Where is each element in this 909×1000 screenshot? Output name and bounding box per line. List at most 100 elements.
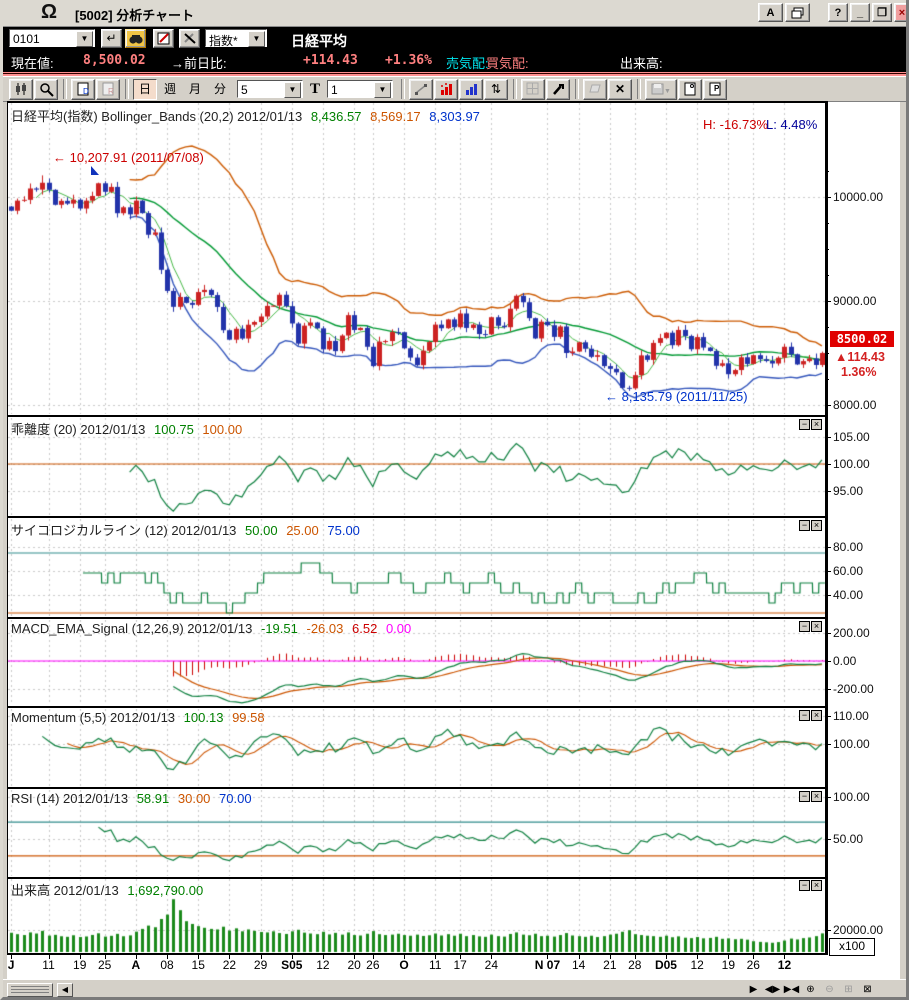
page-icon xyxy=(684,82,697,96)
panel-close-button[interactable]: × xyxy=(811,880,822,891)
enter-button[interactable]: ↵ xyxy=(101,29,122,48)
symbol-code-input[interactable]: 0101▼ xyxy=(9,29,95,47)
scroll-right-icon[interactable]: ▶ xyxy=(745,982,762,998)
x-tick-mark xyxy=(435,955,436,959)
search-button[interactable] xyxy=(125,29,146,48)
axis-tick xyxy=(825,716,831,717)
chevron-down-icon[interactable]: ▼ xyxy=(248,31,265,47)
width-select[interactable]: 1▼ xyxy=(327,80,393,98)
zoom-in-icon[interactable]: ⊕ xyxy=(802,982,819,998)
grid-icon xyxy=(526,82,540,96)
font-size-button[interactable]: A xyxy=(758,3,783,22)
panel-minimize-button[interactable]: − xyxy=(799,880,810,891)
svg-text:D: D xyxy=(83,87,89,96)
maximize-button[interactable]: ❒ xyxy=(872,3,892,22)
change-value: +114.43 xyxy=(303,53,358,68)
grid-layout-button[interactable] xyxy=(521,79,545,100)
close-window-icon[interactable]: ⊠ xyxy=(859,982,876,998)
chevron-down-icon[interactable]: ▼ xyxy=(374,82,391,98)
axis-minor-tick xyxy=(825,249,829,250)
bottom-scroll-bar: ◀ ▶◀▶▶◀⊕⊖⊞⊠ xyxy=(3,979,906,1000)
axis-label: -200.00 xyxy=(833,682,874,696)
divider xyxy=(575,79,579,99)
delete-button[interactable]: ✕ xyxy=(608,79,632,100)
save-button[interactable]: ▼ xyxy=(645,79,677,100)
x-tick-label: S05 xyxy=(281,958,302,972)
x-tick-label: 24 xyxy=(485,958,498,972)
axis-label: 105.00 xyxy=(833,430,870,444)
category-select[interactable]: 指数*▼ xyxy=(205,29,267,47)
help-button[interactable]: ? xyxy=(828,3,848,22)
x-tick-mark xyxy=(728,955,729,959)
print-button[interactable]: P xyxy=(703,79,727,100)
high-annotation: ← 10,207.91 (2011/07/08) xyxy=(53,150,204,165)
panel-title: MACD_EMA_Signal (12,26,9) 2012/01/13 xyxy=(11,621,252,636)
clear-draw-button[interactable] xyxy=(179,29,200,48)
panel-minimize-button[interactable]: − xyxy=(799,710,810,721)
axis-tick xyxy=(825,839,831,840)
scrollbar-thumb[interactable] xyxy=(7,983,53,997)
shrink-horizontal-icon[interactable]: ▶◀ xyxy=(783,982,800,998)
panel-close-button[interactable]: × xyxy=(811,419,822,430)
delete-x-icon: ✕ xyxy=(615,82,625,96)
recall-page-button[interactable]: R xyxy=(96,79,120,100)
current-price-label: 現在値: xyxy=(11,53,54,72)
candlestick-chart-button[interactable] xyxy=(9,79,33,100)
panel-minimize-button[interactable]: − xyxy=(799,621,810,632)
plot-left-border xyxy=(7,101,8,955)
zoom-mode-button[interactable] xyxy=(34,79,58,100)
x-tick-mark xyxy=(666,955,667,959)
panel-close-button[interactable]: × xyxy=(811,791,822,802)
eraser-button[interactable] xyxy=(583,79,607,100)
axis-tick xyxy=(825,633,831,634)
register-page-button[interactable]: D xyxy=(71,79,95,100)
panel-close-button[interactable]: × xyxy=(811,621,822,632)
minimize-button[interactable]: _ xyxy=(850,3,870,22)
period-daily-button[interactable]: 日 xyxy=(133,79,157,100)
chevron-down-icon[interactable]: ▼ xyxy=(76,31,93,47)
new-page-button[interactable] xyxy=(678,79,702,100)
x-tick-mark xyxy=(579,955,580,959)
title-bar[interactable]: Ω [5002] 分析チャート A ? _ ❒ × xyxy=(3,0,906,27)
x-tick-mark xyxy=(491,955,492,959)
period-minute-button[interactable]: 分 xyxy=(208,79,232,100)
x-tick-label: 12 xyxy=(316,958,329,972)
divider xyxy=(637,79,641,99)
sort-button[interactable]: ⇅ xyxy=(484,79,508,100)
last-price-tag: 8500.02 xyxy=(830,331,894,347)
axis-label: 95.00 xyxy=(833,484,863,498)
updown-arrows-icon: ⇅ xyxy=(491,82,501,96)
period-weekly-button[interactable]: 週 xyxy=(158,79,182,100)
panel-close-button[interactable]: × xyxy=(811,710,822,721)
zoom-out-icon: ⊖ xyxy=(821,982,838,998)
panel-close-button[interactable]: × xyxy=(811,520,822,531)
x-tick-label: 21 xyxy=(603,958,616,972)
bars-select[interactable]: 5▼ xyxy=(237,80,303,98)
histogram-blue-icon xyxy=(464,82,478,96)
indicator-red-button[interactable] xyxy=(434,79,458,100)
panel-title: サイコロジカルライン (12) 2012/01/13 xyxy=(11,523,236,538)
memo-button[interactable] xyxy=(153,29,174,48)
expand-horizontal-icon[interactable]: ◀▶ xyxy=(764,982,781,998)
panel-minimize-button[interactable]: − xyxy=(799,520,810,531)
copy-window-button[interactable] xyxy=(785,3,810,22)
page-add-icon: D xyxy=(77,82,90,96)
scroll-left-button[interactable]: ◀ xyxy=(57,983,73,997)
panel-minimize-button[interactable]: − xyxy=(799,791,810,802)
edit-memo-icon xyxy=(157,32,171,45)
symbol-bar: 0101▼ ↵ 指数*▼ 日経平均 xyxy=(3,27,906,50)
axis-label: 9000.00 xyxy=(833,294,876,308)
price-change-pct: 1.36% xyxy=(841,365,876,379)
panel-minimize-button[interactable]: − xyxy=(799,419,810,430)
settings-button[interactable] xyxy=(546,79,570,100)
close-button[interactable]: × xyxy=(894,3,909,22)
bollinger-lower-value: 8,303.97 xyxy=(429,109,480,124)
x-tick-label: D05 xyxy=(655,958,677,972)
x-tick-mark xyxy=(354,955,355,959)
chevron-down-icon[interactable]: ▼ xyxy=(284,82,301,98)
trendline-button[interactable] xyxy=(409,79,433,100)
indicator-blue-button[interactable] xyxy=(459,79,483,100)
period-monthly-button[interactable]: 月 xyxy=(183,79,207,100)
x-tick-label: 20 xyxy=(347,958,360,972)
save-icon xyxy=(651,83,664,95)
